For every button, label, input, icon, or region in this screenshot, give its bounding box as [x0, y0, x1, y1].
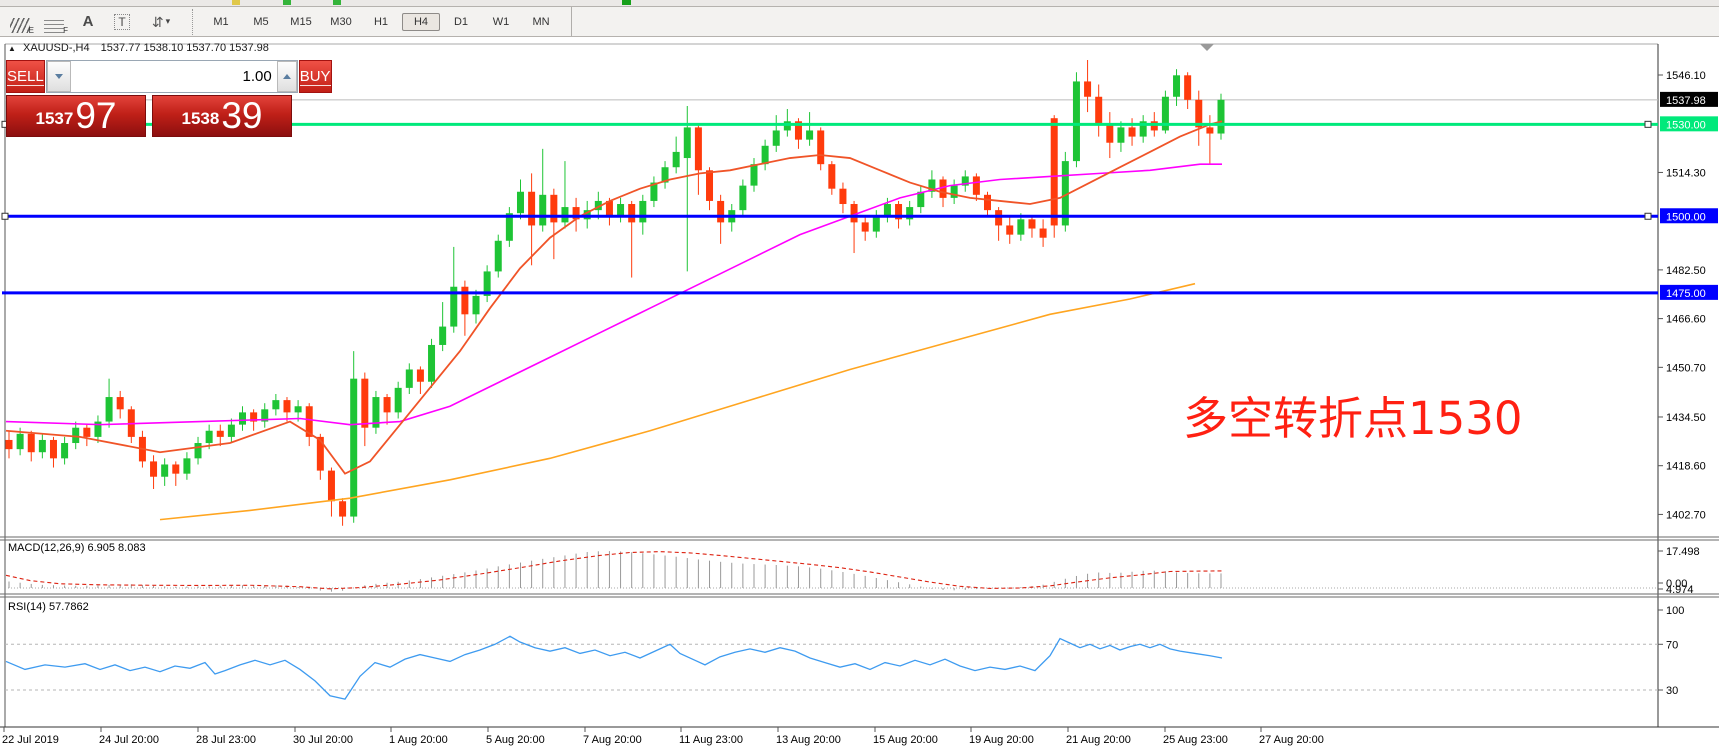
arrows-dropdown-caret[interactable]: ▾ — [166, 16, 171, 27]
triangle-down-icon — [54, 74, 63, 79]
svg-text:1514.30: 1514.30 — [1666, 167, 1706, 179]
sell-price-big: 97 — [75, 95, 117, 136]
chrome-bit-green-3 — [622, 0, 631, 5]
rsi-axis-label: 30 — [1666, 685, 1678, 697]
chrome-bit-green-2 — [333, 0, 341, 5]
time-axis-label: 13 Aug 20:00 — [776, 734, 841, 746]
time-axis-label: 5 Aug 20:00 — [486, 734, 545, 746]
window-chrome-sliver — [0, 0, 1719, 7]
svg-text:1418.60: 1418.60 — [1666, 461, 1706, 473]
time-axis-label: 25 Aug 23:00 — [1163, 734, 1228, 746]
green-level-badge: 1530.00 — [1660, 116, 1718, 132]
svg-text:1402.70: 1402.70 — [1666, 509, 1706, 521]
time-axis-label: 15 Aug 20:00 — [873, 734, 938, 746]
chart-text-annotation[interactable]: 多空转折点1530 — [1183, 382, 1523, 447]
rsi-indicator-label: RSI(14) 57.7862 — [8, 601, 89, 613]
chart-symbol-label: XAUUSD-,H4 — [22, 42, 90, 54]
timeframe-button-group: M1 M5 M15 M30 H1 H4 D1 W1 MN — [201, 12, 561, 31]
channel-hatch-glyph — [10, 17, 30, 33]
sell-price-box[interactable]: 1537 97 — [6, 95, 146, 137]
chart-ohlc-values: 1537.77 1538.10 1537.70 1537.98 — [100, 42, 269, 54]
arrows-icon[interactable]: ⇵ ▾ — [142, 11, 180, 33]
svg-text:1466.60: 1466.60 — [1666, 314, 1706, 326]
macd-indicator-label: MACD(12,26,9) 6.905 8.083 — [8, 542, 146, 554]
grid-glyph — [44, 18, 64, 33]
chrome-bit-green-1 — [283, 0, 291, 5]
chart-header: ▲ XAUUSD-,H4 1537.77 1538.10 1537.70 153… — [8, 42, 269, 54]
toolbar-group-divider — [571, 7, 572, 36]
svg-text:1434.50: 1434.50 — [1666, 412, 1706, 424]
one-click-trading-panel: SELL BUY 1537 97 1538 39 — [6, 60, 332, 137]
current-price-badge: 1537.98 — [1660, 91, 1718, 107]
time-axis-label: 1 Aug 20:00 — [389, 734, 448, 746]
blue-level-1500-badge: 1500.00 — [1660, 208, 1718, 224]
volume-input[interactable] — [70, 61, 277, 92]
timeframe-button-MN[interactable]: MN — [522, 13, 560, 31]
collapse-triangle-icon[interactable]: ▲ — [8, 44, 16, 53]
svg-text:1530.00: 1530.00 — [1666, 119, 1706, 131]
time-axis-label: 7 Aug 20:00 — [583, 734, 642, 746]
chrome-bit-yellow — [232, 0, 240, 5]
time-axis-label: 19 Aug 20:00 — [969, 734, 1034, 746]
triangle-up-icon — [282, 74, 291, 79]
sell-price-small: 1537 — [35, 109, 74, 128]
svg-text:1475.00: 1475.00 — [1666, 288, 1706, 300]
equidistant-channel-icon[interactable]: E — [6, 11, 34, 35]
svg-text:1450.70: 1450.70 — [1666, 362, 1706, 374]
toolbar-separator — [192, 8, 193, 35]
time-axis-label: 24 Jul 20:00 — [99, 734, 159, 746]
buy-price-box[interactable]: 1538 39 — [152, 95, 292, 137]
svg-text:1546.10: 1546.10 — [1666, 70, 1706, 82]
volume-decrement-button[interactable] — [46, 61, 71, 92]
toolbar: E F A T ⇵ ▾ M1 M5 M15 M30 H1 H4 D1 W1 MN — [0, 7, 1719, 37]
fibonacci-grid-icon[interactable]: F — [40, 11, 68, 35]
svg-text:1482.50: 1482.50 — [1666, 265, 1706, 277]
rsi-axis-label: 100 — [1666, 605, 1684, 617]
svg-text:1537.98: 1537.98 — [1666, 95, 1706, 107]
text-label-icon[interactable]: T — [108, 11, 136, 33]
channel-sub-letter: E — [28, 25, 34, 35]
svg-text:1500.00: 1500.00 — [1666, 211, 1706, 223]
timeframe-button-M30[interactable]: M30 — [322, 13, 360, 31]
buy-price-big: 39 — [221, 95, 263, 136]
timeframe-button-M1[interactable]: M1 — [202, 13, 240, 31]
buy-price-small: 1538 — [181, 109, 220, 128]
timeframe-button-D1[interactable]: D1 — [442, 13, 480, 31]
rsi-axis-label: 70 — [1666, 639, 1678, 651]
timeframe-button-W1[interactable]: W1 — [482, 13, 520, 31]
time-axis-label: 27 Aug 20:00 — [1259, 734, 1324, 746]
macd-axis-label: 4.974 — [1666, 584, 1694, 596]
timeframe-button-H4[interactable]: H4 — [402, 12, 440, 31]
volume-spinner — [45, 60, 298, 93]
grid-sub-letter: F — [63, 25, 68, 35]
time-axis-label: 30 Jul 20:00 — [293, 734, 353, 746]
time-axis-label: 21 Aug 20:00 — [1066, 734, 1131, 746]
buy-button[interactable]: BUY — [298, 60, 332, 93]
sell-button[interactable]: SELL — [6, 60, 45, 93]
volume-increment-button[interactable] — [276, 61, 297, 92]
timeframe-button-M15[interactable]: M15 — [282, 13, 320, 31]
macd-axis-label: 17.498 — [1666, 546, 1700, 558]
time-axis-label: 22 Jul 2019 — [2, 734, 59, 746]
blue-level-1475-badge: 1475.00 — [1660, 284, 1718, 300]
timeframe-button-H1[interactable]: H1 — [362, 13, 400, 31]
timeframe-button-M5[interactable]: M5 — [242, 13, 280, 31]
time-axis-label: 28 Jul 23:00 — [196, 734, 256, 746]
text-icon[interactable]: A — [74, 11, 102, 33]
time-axis-label: 11 Aug 23:00 — [679, 734, 743, 746]
